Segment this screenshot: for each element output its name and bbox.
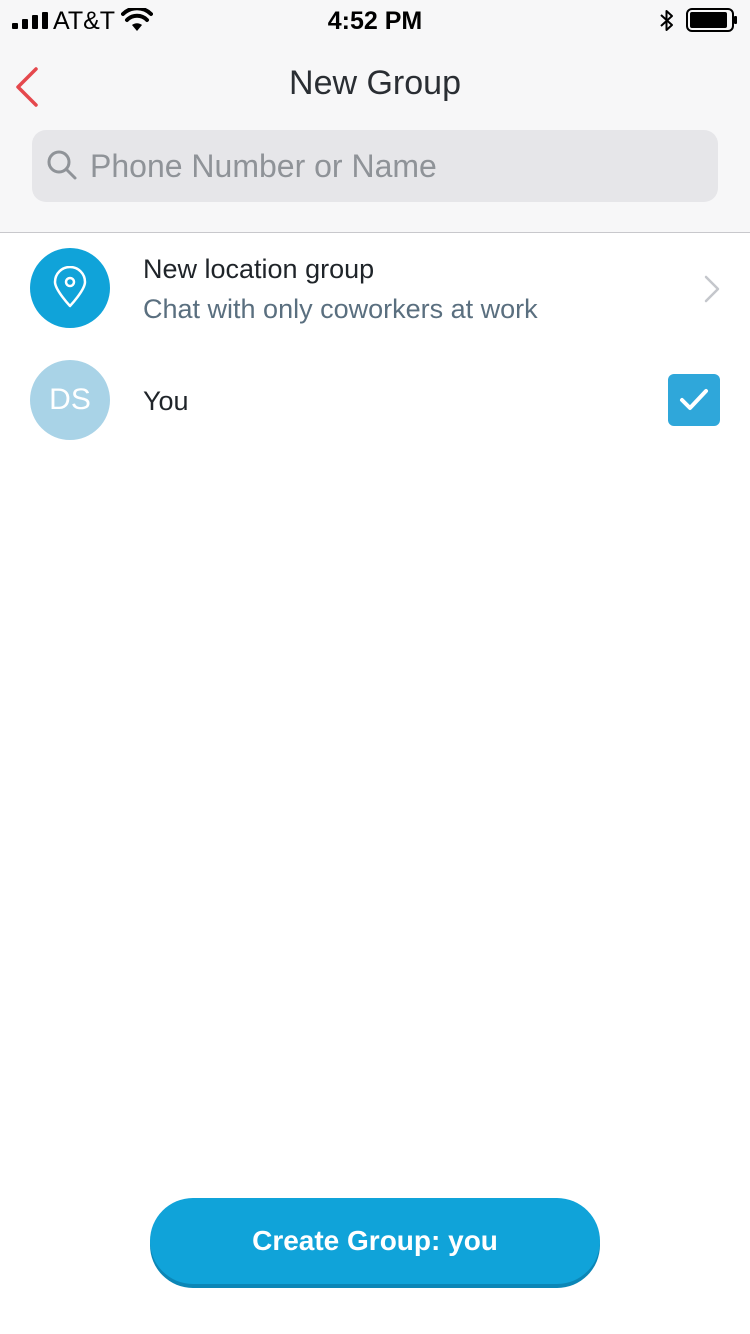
list-item-new-location-group[interactable]: New location group Chat with only cowork… xyxy=(0,234,750,344)
checkmark-icon xyxy=(680,389,708,410)
battery-icon xyxy=(686,8,737,32)
avatar-initials: DS xyxy=(49,383,91,416)
clock-time: 4:52 PM xyxy=(327,7,423,35)
header-area: AT&T 4:52 PM New Group xyxy=(0,0,750,233)
chevron-right-icon xyxy=(704,275,720,303)
location-pin-icon xyxy=(53,266,87,308)
location-avatar xyxy=(30,248,110,328)
search-icon xyxy=(47,150,77,180)
location-group-subtitle: Chat with only coworkers at work xyxy=(143,294,538,324)
bluetooth-icon xyxy=(660,10,673,31)
status-bar: AT&T 4:52 PM xyxy=(0,0,750,40)
select-checkbox[interactable] xyxy=(668,374,720,426)
self-name: You xyxy=(143,386,189,416)
create-group-button[interactable]: Create Group: you xyxy=(150,1198,600,1284)
avatar: DS xyxy=(30,360,110,440)
list-item-self[interactable]: DS You xyxy=(0,346,750,456)
location-group-title: New location group xyxy=(143,254,375,284)
page-title: New Group xyxy=(289,64,461,102)
search-bar[interactable] xyxy=(32,130,718,202)
search-input[interactable] xyxy=(90,130,700,202)
